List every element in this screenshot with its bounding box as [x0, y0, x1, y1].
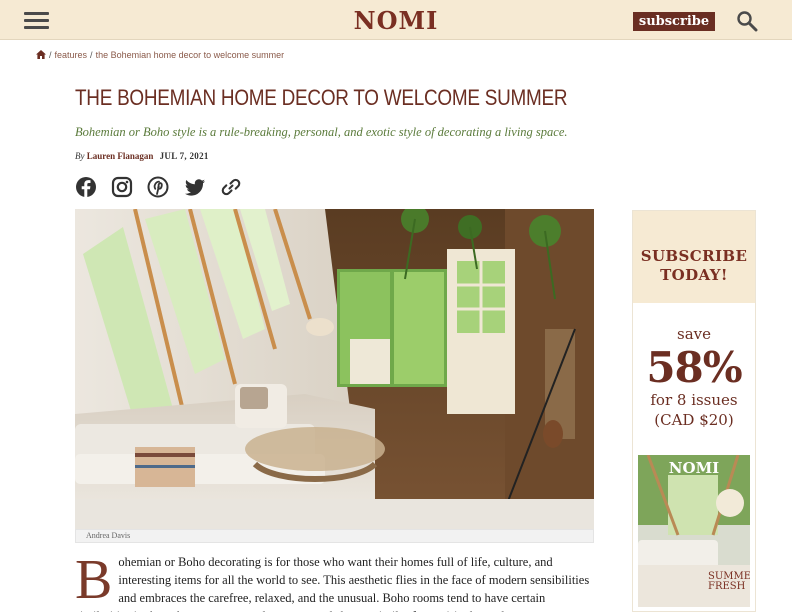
byline-prefix: By: [75, 151, 85, 161]
article-byline: By Lauren Flanagan JUL 7, 2021: [75, 151, 209, 161]
facebook-icon[interactable]: [75, 176, 97, 198]
article-paragraph: ohemian or Boho decorating is for those …: [75, 555, 590, 612]
breadcrumb: / features / the Bohemian home decor to wel…: [36, 50, 284, 60]
home-icon[interactable]: [36, 50, 46, 59]
promo-price: (CAD $20): [654, 411, 734, 429]
publish-date: JUL 7, 2021: [159, 151, 209, 161]
drop-cap: B: [75, 553, 113, 611]
cover-brand: NOMI: [669, 459, 719, 477]
article-subtitle: Bohemian or Boho style is a rule-breakin…: [75, 125, 568, 139]
promo-header: SUBSCRIBE TODAY!: [633, 211, 755, 303]
breadcrumb-current-page[interactable]: the Bohemian home decor to welcome summe…: [96, 50, 285, 60]
pinterest-icon[interactable]: [147, 176, 169, 198]
subscribe-promo[interactable]: SUBSCRIBE TODAY! save 58% for 8 issues (…: [632, 210, 759, 612]
link-icon[interactable]: [220, 176, 242, 198]
site-logo-link[interactable]: NOMI: [354, 6, 439, 35]
photo-credit: Andrea Davis: [86, 531, 131, 540]
search-icon[interactable]: [736, 10, 758, 32]
hero-image: [75, 209, 594, 543]
promo-save-label: save: [677, 325, 711, 343]
subscribe-button[interactable]: subscribe: [633, 12, 715, 31]
promo-heading-line2: TODAY!: [660, 266, 728, 284]
twitter-icon[interactable]: [184, 176, 206, 198]
promo-heading: SUBSCRIBE TODAY!: [633, 247, 755, 285]
article-body: B ohemian or Boho decorating is for thos…: [75, 553, 593, 612]
promo-issue-count: for 8 issues: [650, 391, 738, 409]
breadcrumb-features-link[interactable]: features: [55, 50, 88, 60]
promo-discount-percent: 58%: [646, 343, 742, 392]
author-link[interactable]: Lauren Flanagan: [87, 151, 154, 161]
instagram-icon[interactable]: [111, 176, 133, 198]
promo-heading-line1: SUBSCRIBE: [640, 247, 748, 265]
cover-line2: FRESH: [708, 581, 746, 592]
magazine-cover-image[interactable]: NOMI SUMMER FRESH: [638, 454, 759, 607]
photo-credit-bar: Andrea Davis: [75, 529, 594, 543]
article-title: THE BOHEMIAN HOME DECOR TO WELCOME SUMME…: [75, 85, 568, 110]
top-navigation-bar: NOMI subscribe: [0, 0, 792, 40]
